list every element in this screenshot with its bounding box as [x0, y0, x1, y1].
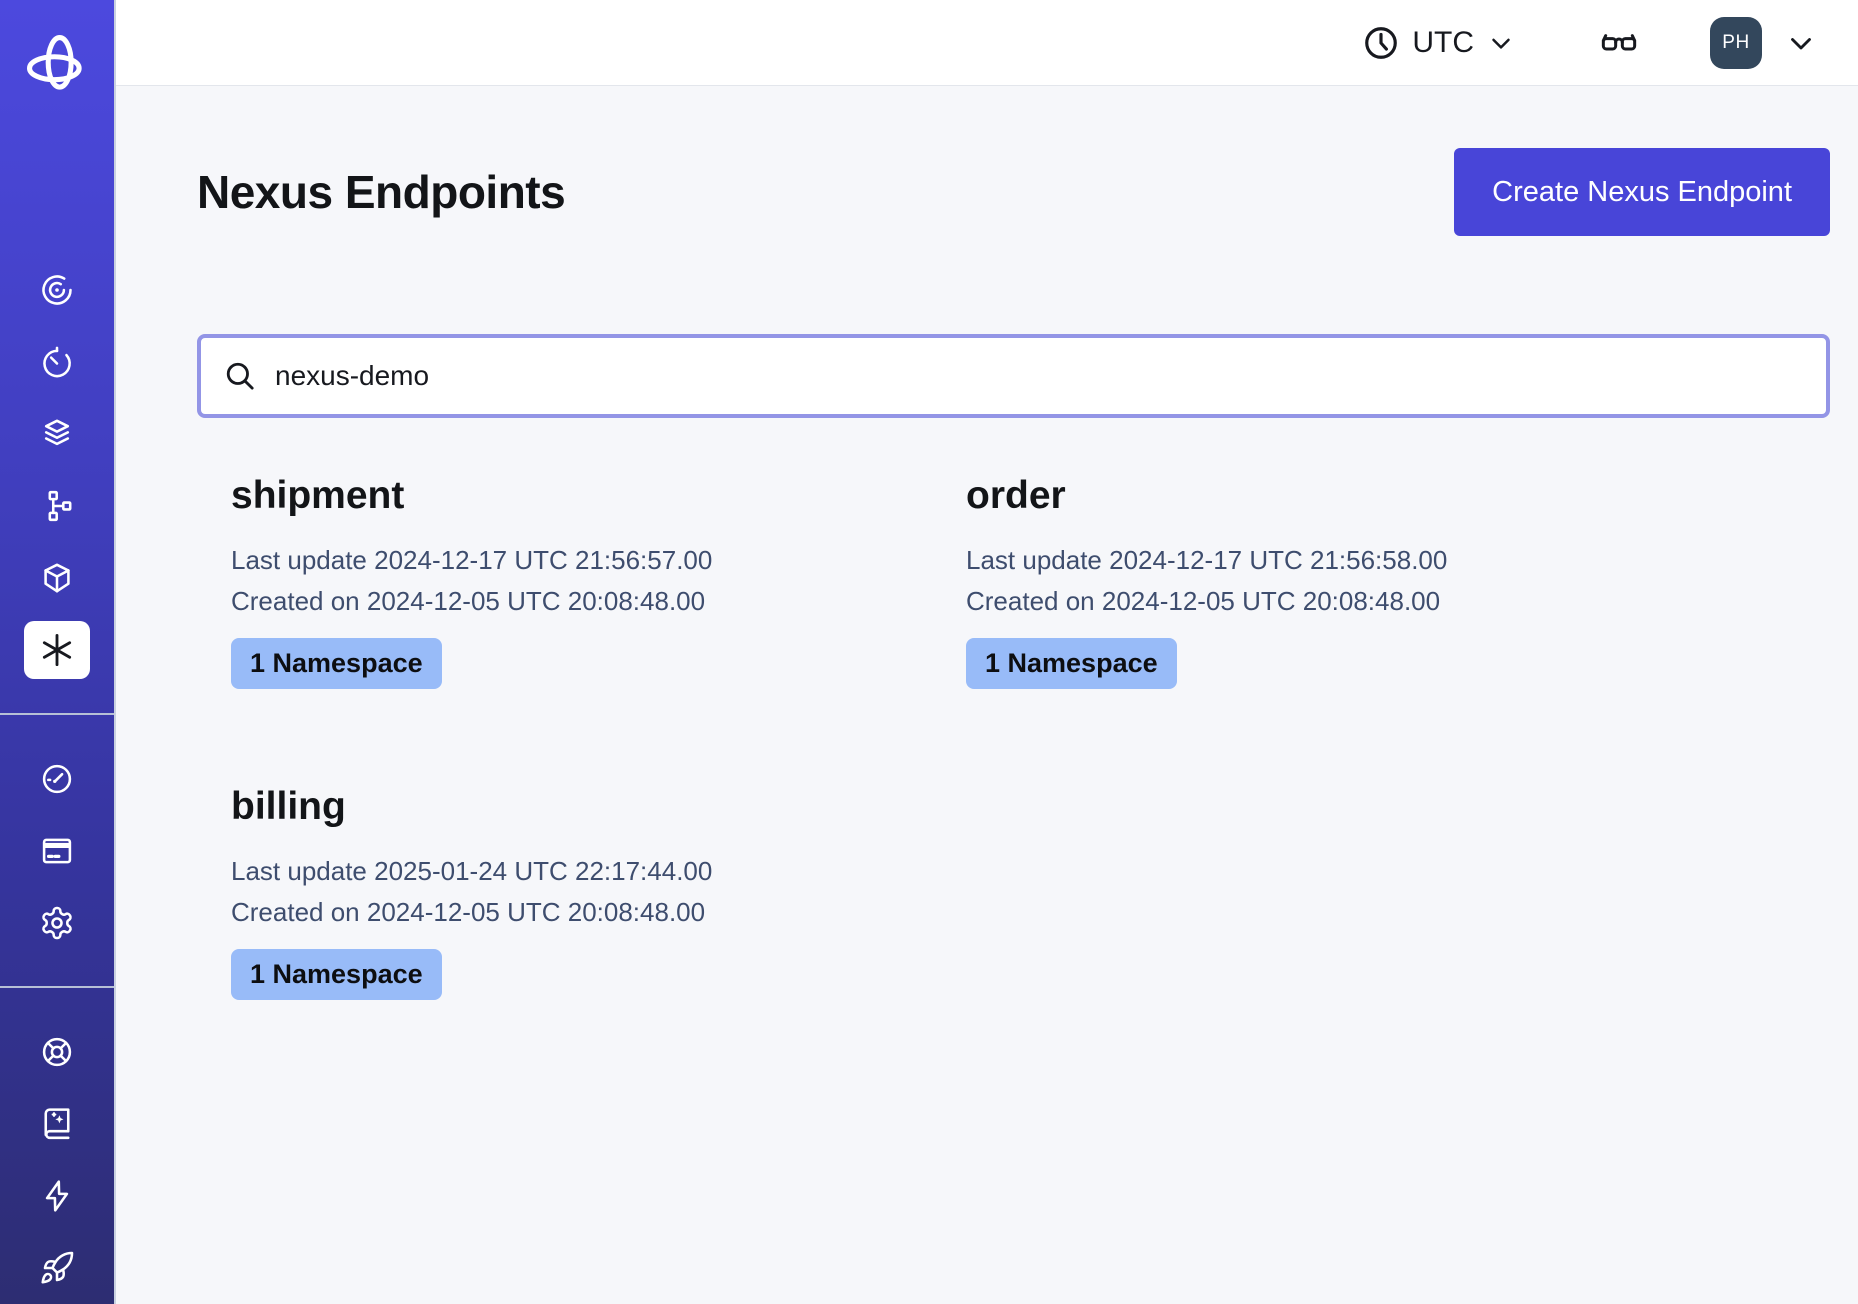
- sidebar-nav-primary: [0, 254, 114, 686]
- usage-icon: [39, 761, 75, 797]
- endpoint-last-update: Last update 2024-12-17 UTC 21:56:57.00: [231, 540, 966, 581]
- sidebar-item-docs[interactable]: [0, 1088, 114, 1160]
- endpoint-name[interactable]: shipment: [231, 474, 966, 518]
- main-column: UTC PH: [116, 0, 1858, 1304]
- sidebar-item-billing[interactable]: [0, 815, 114, 887]
- quick-actions-icon: [39, 1178, 75, 1214]
- endpoint-last-update: Last update 2025-01-24 UTC 22:17:44.00: [231, 851, 966, 892]
- chevron-down-icon: [1486, 28, 1516, 58]
- sidebar-item-usage[interactable]: [0, 743, 114, 815]
- endpoint-created: Created on 2024-12-05 UTC 20:08:48.00: [231, 581, 966, 622]
- labs-mode-button[interactable]: [1596, 23, 1642, 63]
- sidebar-item-nexus[interactable]: [0, 614, 114, 686]
- sidebar-item-settings[interactable]: [0, 887, 114, 959]
- workflows-icon: [39, 272, 75, 308]
- sidebar: [0, 0, 116, 1304]
- namespace-badge: 1 Namespace: [231, 949, 442, 1000]
- clock-icon: [1362, 24, 1400, 62]
- timezone-label: UTC: [1412, 26, 1474, 60]
- create-nexus-endpoint-button[interactable]: Create Nexus Endpoint: [1454, 148, 1830, 236]
- sidebar-item-support[interactable]: [0, 1016, 114, 1088]
- namespace-badge: 1 Namespace: [231, 638, 442, 689]
- endpoint-name[interactable]: order: [966, 474, 1701, 518]
- support-icon: [39, 1034, 75, 1070]
- sidebar-item-getting-started[interactable]: [0, 1232, 114, 1304]
- avatar: PH: [1710, 17, 1762, 69]
- sidebar-nav-help: [0, 1016, 114, 1304]
- endpoint-created: Created on 2024-12-05 UTC 20:08:48.00: [966, 581, 1701, 622]
- namespaces-icon: [39, 416, 75, 452]
- nexus-icon: [38, 631, 76, 669]
- endpoint-card-order[interactable]: order Last update 2024-12-17 UTC 21:56:5…: [966, 474, 1701, 689]
- namespace-badge: 1 Namespace: [966, 638, 1177, 689]
- page-title: Nexus Endpoints: [197, 165, 565, 219]
- endpoint-last-update: Last update 2024-12-17 UTC 21:56:58.00: [966, 540, 1701, 581]
- main-content: Nexus Endpoints Create Nexus Endpoint sh…: [116, 86, 1858, 1304]
- sidebar-item-namespaces[interactable]: [0, 398, 114, 470]
- temporal-logo[interactable]: [25, 22, 89, 108]
- sidebar-item-quick-actions[interactable]: [0, 1160, 114, 1232]
- sidebar-item-workflows[interactable]: [0, 254, 114, 326]
- page-header: Nexus Endpoints Create Nexus Endpoint: [197, 148, 1830, 236]
- deployments-icon: [39, 488, 75, 524]
- glasses-icon: [1596, 23, 1642, 63]
- schedules-icon: [39, 344, 75, 380]
- settings-icon: [39, 905, 75, 941]
- search-icon: [223, 359, 257, 393]
- app-window: UTC PH: [0, 0, 1858, 1304]
- batch-operations-icon: [39, 560, 75, 596]
- sidebar-item-schedules[interactable]: [0, 326, 114, 398]
- chevron-down-icon: [1784, 26, 1818, 60]
- endpoint-search: [197, 334, 1830, 418]
- sidebar-divider: [0, 986, 114, 988]
- topbar: UTC PH: [116, 0, 1858, 86]
- search-input[interactable]: [275, 360, 1804, 392]
- timezone-picker[interactable]: UTC: [1362, 24, 1516, 62]
- endpoint-created: Created on 2024-12-05 UTC 20:08:48.00: [231, 892, 966, 933]
- sidebar-nav-account: [0, 743, 114, 959]
- endpoint-card-shipment[interactable]: shipment Last update 2024-12-17 UTC 21:5…: [231, 474, 966, 689]
- endpoint-list: shipment Last update 2024-12-17 UTC 21:5…: [231, 474, 1830, 1000]
- active-item-highlight: [24, 621, 90, 679]
- sidebar-divider: [0, 713, 114, 715]
- docs-icon: [39, 1106, 75, 1142]
- getting-started-icon: [39, 1250, 75, 1286]
- sidebar-item-deployments[interactable]: [0, 470, 114, 542]
- endpoint-card-billing[interactable]: billing Last update 2025-01-24 UTC 22:17…: [231, 785, 966, 1000]
- sidebar-item-batch-operations[interactable]: [0, 542, 114, 614]
- account-menu[interactable]: PH: [1710, 17, 1818, 69]
- endpoint-name[interactable]: billing: [231, 785, 966, 829]
- billing-icon: [39, 833, 75, 869]
